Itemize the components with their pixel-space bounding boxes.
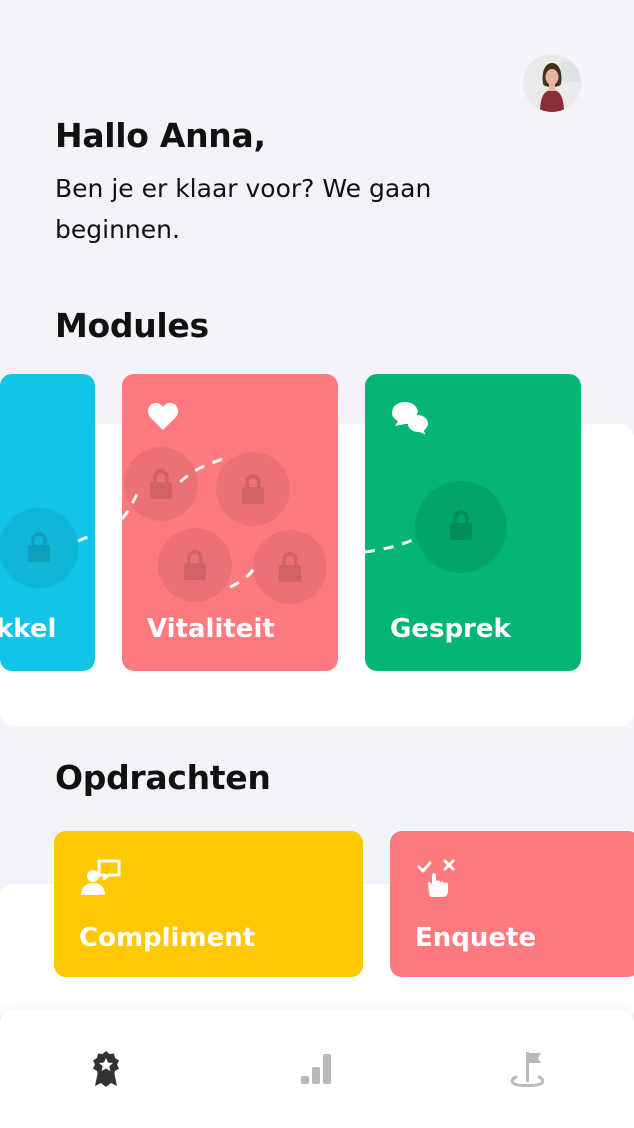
greeting-title: Hallo Anna, bbox=[55, 116, 266, 155]
stats-icon[interactable] bbox=[297, 1048, 337, 1088]
module-label: Gesprek bbox=[390, 614, 511, 644]
lock-icon bbox=[149, 469, 173, 503]
badge-icon[interactable] bbox=[86, 1048, 126, 1088]
task-label: Compliment bbox=[79, 923, 256, 953]
lock-icon bbox=[183, 550, 207, 584]
module-card-vitaliteit[interactable]: Vitaliteit bbox=[122, 374, 338, 671]
lock-icon bbox=[449, 510, 473, 544]
greeting-subtitle: Ben je er klaar voor? We gaan beginnen. bbox=[55, 174, 432, 244]
module-label: Vitaliteit bbox=[147, 614, 275, 644]
lock-icon bbox=[278, 552, 302, 586]
chat-bubbles-icon bbox=[391, 401, 431, 441]
module-label: kkel bbox=[0, 614, 57, 644]
task-card-compliment[interactable]: Compliment bbox=[54, 831, 363, 977]
compliment-icon bbox=[79, 859, 121, 901]
modules-title: Modules bbox=[55, 306, 209, 345]
lock-icon bbox=[27, 532, 51, 566]
task-card-enquete[interactable]: Enquete bbox=[390, 831, 634, 977]
survey-icon bbox=[417, 857, 459, 903]
avatar[interactable] bbox=[523, 54, 581, 112]
module-card-gesprek[interactable]: Gesprek bbox=[365, 374, 581, 671]
heart-icon bbox=[147, 401, 179, 435]
tasks-title: Opdrachten bbox=[55, 758, 271, 797]
module-card-partial[interactable]: kkel bbox=[0, 374, 95, 671]
task-label: Enquete bbox=[415, 923, 537, 953]
golf-flag-icon[interactable] bbox=[507, 1048, 547, 1088]
lock-icon bbox=[241, 474, 265, 508]
